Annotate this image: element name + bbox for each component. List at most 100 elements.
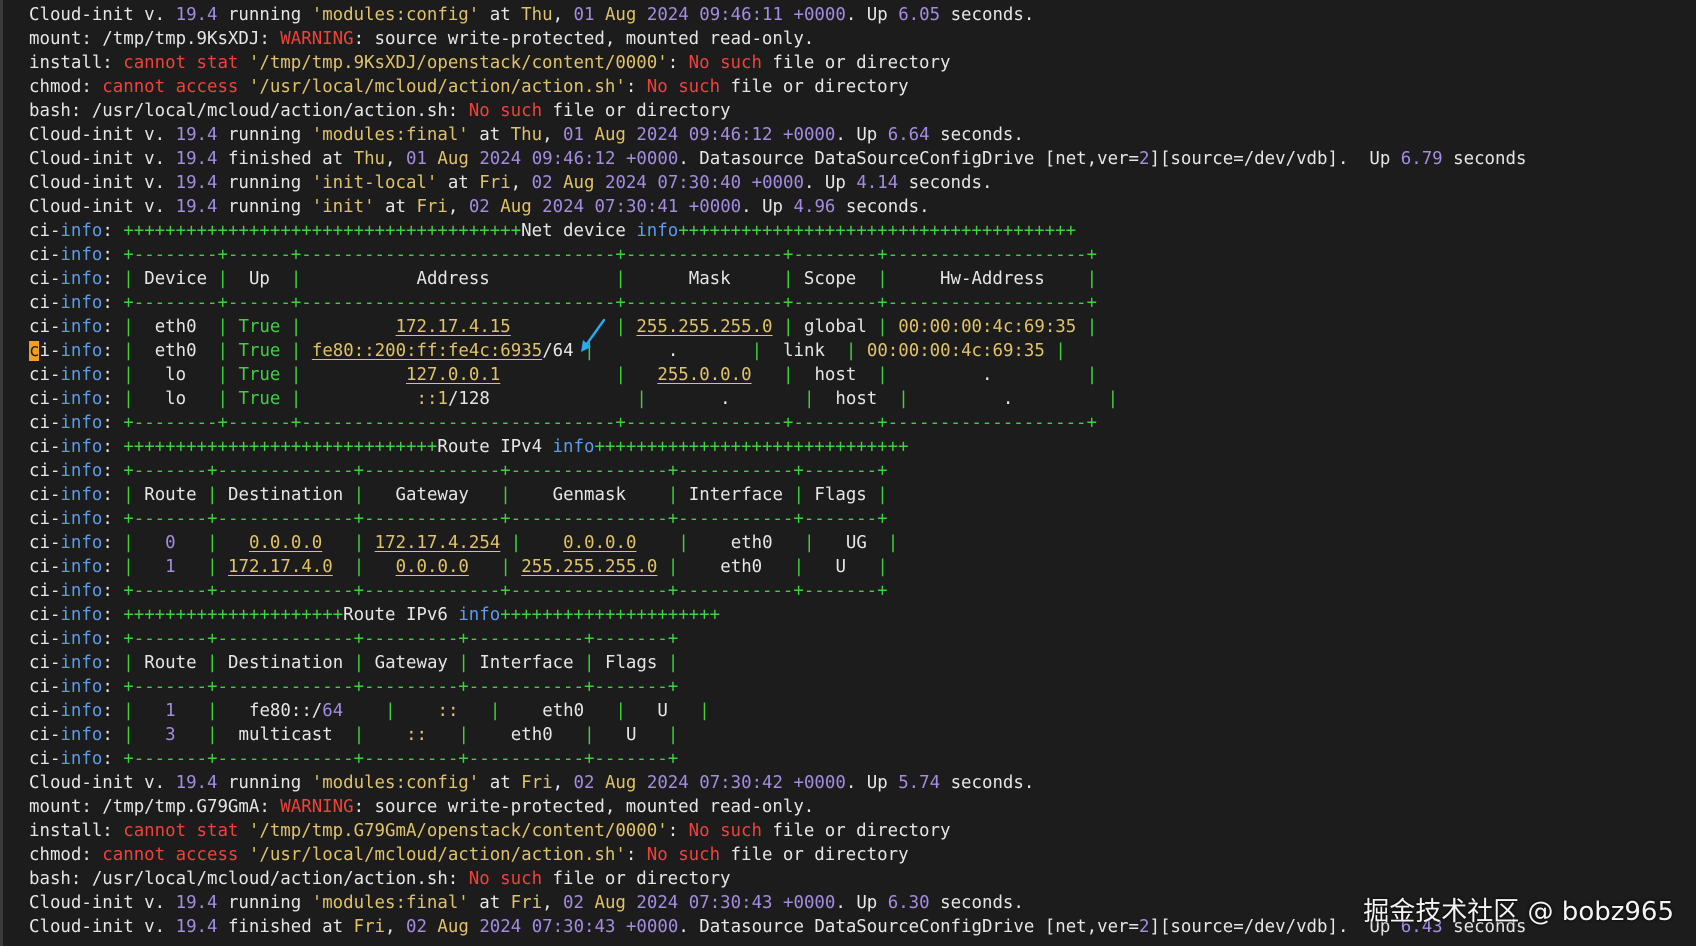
text-segment — [752, 365, 783, 385]
text-segment: 3 — [165, 725, 176, 745]
text-segment: :: — [437, 701, 459, 721]
text-segment — [134, 557, 165, 577]
terminal-output[interactable]: Cloud-init v. 19.4 running 'modules:conf… — [0, 0, 1696, 946]
text-segment — [333, 557, 354, 577]
text-segment — [594, 773, 604, 793]
text-segment — [511, 557, 521, 577]
text-segment — [364, 557, 395, 577]
text-segment: +--------+------+-----------------------… — [123, 413, 1097, 433]
text-segment: +-------+-------------+-------------+---… — [123, 581, 888, 601]
text-segment: finished at — [217, 149, 354, 169]
text-segment — [469, 557, 500, 577]
text-segment: host — [814, 389, 899, 409]
text-segment: 2024 — [479, 917, 522, 937]
text-segment: 'modules:final' — [311, 125, 469, 145]
text-segment: : — [102, 725, 124, 745]
text-segment: finished at — [217, 917, 354, 937]
text-segment: +0000 — [625, 149, 679, 169]
text-segment: 19.4 — [175, 173, 218, 193]
text-segment: 07:30:43 — [531, 917, 616, 937]
text-segment: chmod: — [29, 845, 103, 865]
text-segment — [364, 533, 374, 553]
text-segment — [521, 533, 563, 553]
text-segment: U — [804, 557, 878, 577]
text-segment: : — [102, 413, 124, 433]
terminal-cursor: c — [29, 341, 40, 361]
text-segment: ++++++++++++++++++++++++++++++++++++++ — [123, 221, 522, 241]
text-segment: info — [60, 317, 103, 337]
text-segment: | — [793, 557, 805, 577]
text-segment: running — [217, 5, 312, 25]
text-segment: at — [468, 125, 511, 145]
text-segment: 2024 — [479, 149, 522, 169]
text-segment: | — [751, 341, 763, 361]
text-segment: : — [102, 461, 124, 481]
text-segment — [783, 773, 793, 793]
text-segment: 2024 — [542, 197, 585, 217]
text-segment: : — [102, 533, 124, 553]
text-segment: +++++++++++++++++++++ — [123, 605, 344, 625]
text-segment: ci- — [29, 653, 61, 673]
text-segment: | — [636, 389, 647, 409]
text-segment: Scope — [793, 269, 878, 289]
text-segment: | — [1086, 317, 1098, 337]
terminal-line: ci-info: +-------+-------------+--------… — [29, 675, 1696, 699]
text-segment: ci- — [29, 245, 61, 265]
text-segment: Up — [228, 269, 291, 289]
text-segment: | — [353, 653, 365, 673]
text-segment: | — [667, 485, 679, 505]
text-segment: info — [60, 629, 103, 649]
text-segment: Flags — [594, 653, 668, 673]
text-segment: 6.05 — [898, 5, 941, 25]
text-segment: 4.14 — [856, 173, 899, 193]
terminal-line: ci-info: | 0 | 0.0.0.0 | 172.17.4.254 | … — [29, 531, 1696, 555]
text-segment: . — [646, 389, 804, 409]
terminal-line: install: cannot stat '/tmp/tmp.9KsXDJ/op… — [29, 51, 1696, 75]
text-segment: 255.255.255.0 — [636, 317, 773, 337]
text-segment: 0.0.0.0 — [248, 533, 323, 553]
text-segment: info — [60, 221, 103, 241]
text-segment: ci- — [29, 581, 61, 601]
text-segment: 07:30:43 — [688, 893, 773, 913]
text-segment — [228, 365, 238, 385]
text-segment — [238, 845, 248, 865]
text-segment: +0000 — [751, 173, 804, 193]
text-segment: 07:30:41 — [594, 197, 679, 217]
text-segment: +-------+-------------+---------+-------… — [123, 749, 679, 769]
text-segment: info — [60, 725, 103, 745]
text-segment — [322, 533, 353, 553]
text-segment: running — [217, 125, 312, 145]
text-segment — [647, 173, 657, 193]
text-segment: +--------+------+-----------------------… — [123, 245, 1097, 265]
text-segment: Route IPv6 — [343, 605, 459, 625]
text-segment: | — [123, 725, 134, 745]
text-segment — [856, 341, 866, 361]
text-segment: | — [500, 557, 511, 577]
text-segment: | — [123, 653, 134, 673]
text-segment — [783, 5, 793, 25]
text-segment: : — [102, 629, 124, 649]
terminal-line: mount: /tmp/tmp.9KsXDJ: WARNING: source … — [29, 27, 1696, 51]
text-segment: 2024 — [646, 773, 689, 793]
text-segment: eth0 — [133, 341, 218, 361]
text-segment: ci- — [29, 269, 61, 289]
terminal-line: ci-info: | Route | Destination | Gateway… — [29, 483, 1696, 507]
text-segment — [1076, 317, 1086, 337]
text-segment: file or directory — [720, 77, 909, 97]
text-segment: 172.17.4.0 — [228, 557, 333, 577]
text-segment: Device — [133, 269, 218, 289]
text-segment: file or directory — [542, 101, 731, 121]
text-segment: Fri — [510, 893, 543, 913]
text-segment: . — [594, 341, 752, 361]
text-segment: | — [217, 317, 228, 337]
text-segment: Aug — [437, 917, 469, 937]
text-segment: | — [353, 533, 365, 553]
text-segment: 19.4 — [175, 5, 218, 25]
text-segment: Aug — [563, 173, 595, 193]
text-segment — [490, 197, 500, 217]
text-segment: 00:00:00:4c:69:35 — [898, 317, 1077, 337]
text-segment — [1045, 341, 1055, 361]
text-segment: running — [217, 773, 312, 793]
text-segment: ci- — [29, 437, 61, 457]
text-segment: | — [804, 533, 815, 553]
